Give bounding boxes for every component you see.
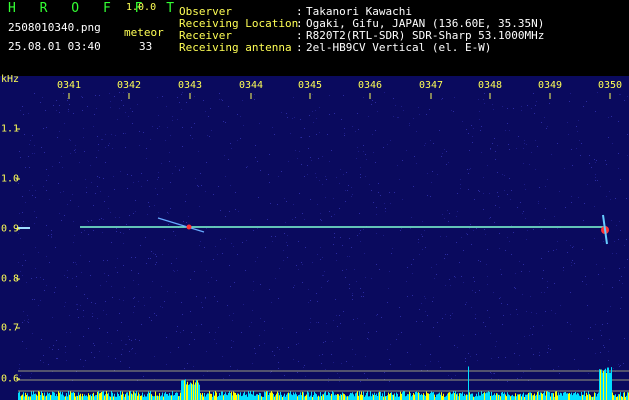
freq-tick-label: 0.9 <box>1 223 20 235</box>
spectrogram-overlay <box>16 92 629 400</box>
time-tick-label: 0348 <box>477 80 503 91</box>
time-tick-label: 0343 <box>177 80 203 91</box>
time-tick-label: 0350 <box>597 80 623 91</box>
freq-tick-label: 1.1 <box>1 123 20 135</box>
time-tick-label: 0341 <box>56 80 82 91</box>
time-tick-label: 0345 <box>297 80 323 91</box>
meteor-echo-trail <box>157 217 205 233</box>
freq-unit-label: kHz <box>1 74 20 85</box>
freq-tick-label: 0.7 <box>1 322 20 334</box>
time-tick-label: 0344 <box>238 80 264 91</box>
freq-tick-label: 1.0 <box>1 173 20 185</box>
meteor-echo <box>186 224 192 230</box>
time-tick-label: 0347 <box>418 80 444 91</box>
time-tick-label: 0342 <box>116 80 142 91</box>
noise-speckle <box>18 92 628 382</box>
freq-tick-label: 0.8 <box>1 273 20 285</box>
time-tick-label: 0349 <box>537 80 563 91</box>
freq-tick-label: 0.6 <box>1 373 20 385</box>
signal-strength-strip <box>18 366 629 400</box>
time-tick-label: 0346 <box>357 80 383 91</box>
